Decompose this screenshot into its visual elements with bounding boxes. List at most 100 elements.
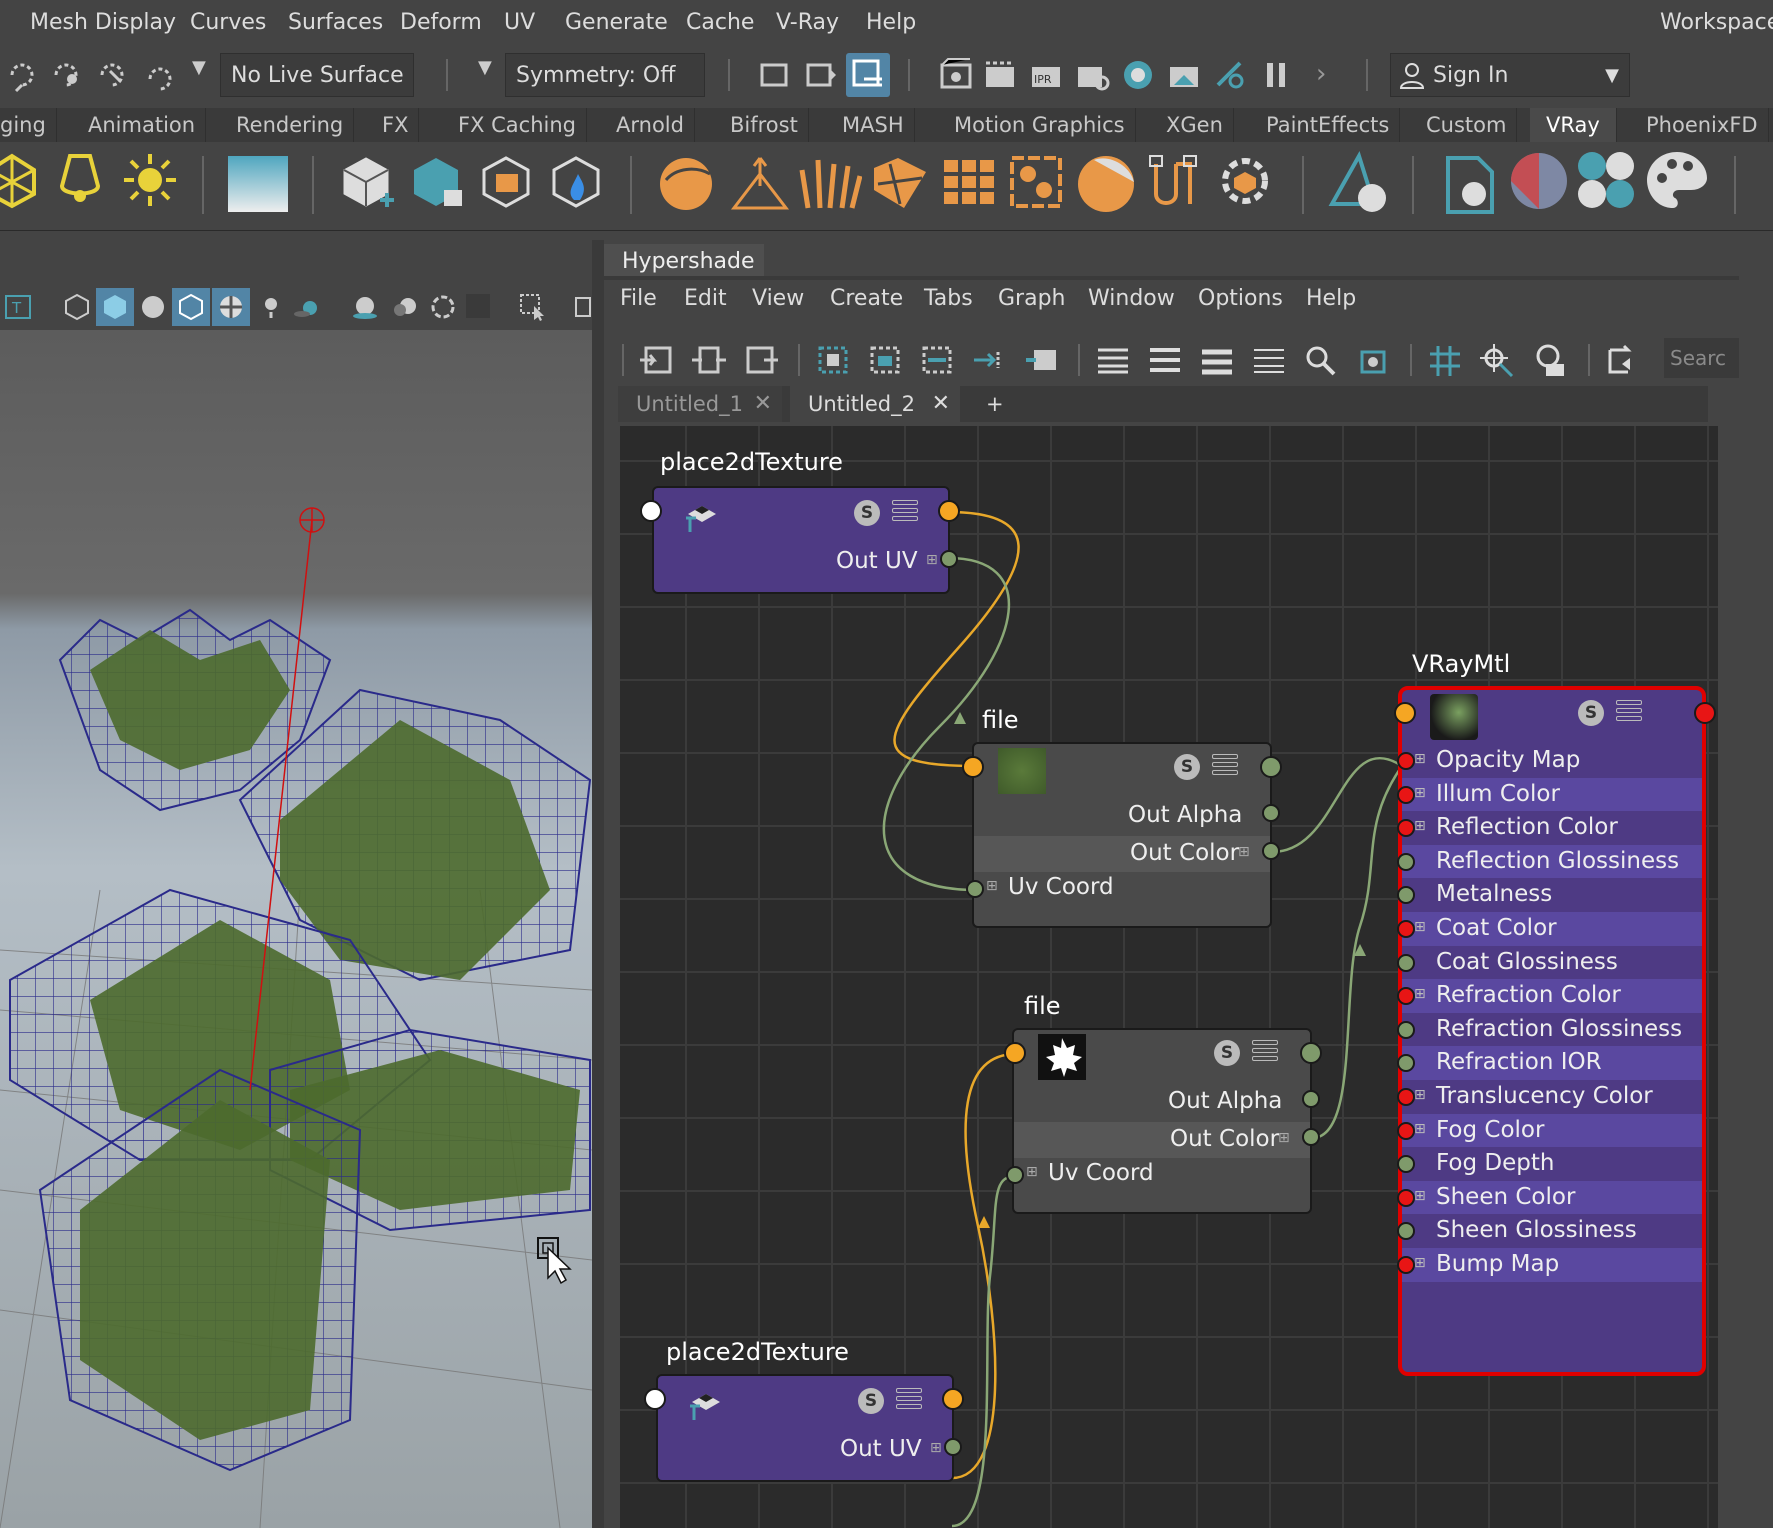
swatch-toggle-button[interactable]: S: [858, 1388, 884, 1414]
output-port[interactable]: [1300, 1042, 1322, 1064]
expand-icon[interactable]: ⊞: [1026, 1164, 1038, 1180]
attribute-row[interactable]: Coat Glossiness: [1402, 946, 1702, 980]
render-region-icon[interactable]: [756, 57, 792, 93]
depth-of-field-icon[interactable]: [466, 294, 490, 318]
attribute-input-port[interactable]: [1397, 1188, 1415, 1207]
viewport-panel[interactable]: T: [0, 240, 592, 1528]
hs-menu-file[interactable]: File: [620, 286, 657, 311]
expand-icon[interactable]: ⊞: [1414, 1188, 1426, 1204]
attribute-menu-icon[interactable]: [892, 500, 918, 522]
menu-mesh-display[interactable]: Mesh Display: [30, 10, 176, 35]
simple-mode-icon[interactable]: [1094, 342, 1132, 378]
hs-menu-view[interactable]: View: [752, 286, 804, 311]
wireframe-icon[interactable]: [62, 292, 92, 322]
vray-ipr-icon[interactable]: [1166, 57, 1202, 93]
attribute-menu-icon[interactable]: [896, 1388, 922, 1410]
full-mode-icon[interactable]: [1198, 342, 1236, 378]
sun-light-icon[interactable]: [120, 150, 180, 210]
menu-deform[interactable]: Deform: [400, 10, 482, 35]
swatch-toggle-icon[interactable]: [1354, 342, 1392, 378]
proxy-import-icon[interactable]: [476, 150, 536, 212]
graph-output-icon[interactable]: [742, 342, 780, 378]
input-port[interactable]: [640, 500, 662, 522]
wire-on-shaded-button[interactable]: [172, 288, 210, 326]
isolate-select-icon[interactable]: [518, 292, 548, 322]
soft-select-icon[interactable]: [142, 57, 178, 93]
chevron-down-icon[interactable]: ▼: [192, 57, 206, 78]
attribute-input-port[interactable]: [1397, 1256, 1415, 1274]
file-reference-icon[interactable]: [1438, 150, 1504, 216]
hs-menu-graph[interactable]: Graph: [998, 286, 1065, 311]
out-color-port[interactable]: [1302, 1128, 1320, 1146]
snapshot-icon[interactable]: [802, 57, 838, 93]
expand-icon[interactable]: ⊞: [1414, 751, 1426, 767]
menu-curves[interactable]: Curves: [190, 10, 266, 35]
hs-menu-edit[interactable]: Edit: [684, 286, 727, 311]
mesh-clipper-icon[interactable]: [1004, 150, 1068, 214]
hs-menu-tabs[interactable]: Tabs: [924, 286, 973, 311]
vraymtl-node[interactable]: S ⊞ Opacity Map ⊞ Illum Color ⊞ Reflection Co…: [1398, 686, 1706, 1376]
shelf-tab-arnold[interactable]: Arnold: [606, 108, 695, 142]
shelf-tab-motion-graphics[interactable]: Motion Graphics: [944, 108, 1136, 142]
graph-tab-untitled-2[interactable]: Untitled_2 ✕: [790, 386, 960, 422]
shadows-icon[interactable]: [292, 292, 322, 322]
dome-light-icon[interactable]: [0, 150, 40, 210]
frame-all-icon[interactable]: [814, 342, 852, 378]
expand-icon[interactable]: ⊞: [926, 552, 938, 568]
shelf-tab-fx[interactable]: FX: [372, 108, 420, 142]
input-port[interactable]: [1394, 702, 1416, 724]
expand-icon[interactable]: ⊞: [1414, 1121, 1426, 1137]
attribute-row[interactable]: ⊞ Sheen Color: [1402, 1180, 1702, 1215]
ipr-render-icon[interactable]: IPR: [1028, 57, 1064, 93]
proxy-create-icon[interactable]: [336, 150, 396, 212]
out-alpha-port[interactable]: [1302, 1090, 1320, 1108]
background-icon[interactable]: [228, 156, 288, 212]
live-surface-field[interactable]: No Live Surface: [220, 53, 414, 97]
swatch-toggle-button[interactable]: S: [1214, 1040, 1240, 1066]
menu-vray[interactable]: V-Ray: [776, 10, 839, 35]
out-alpha-port[interactable]: [1262, 804, 1280, 822]
menu-surfaces[interactable]: Surfaces: [288, 10, 383, 35]
hs-menu-window[interactable]: Window: [1088, 286, 1175, 311]
swatch-toggle-button[interactable]: S: [1578, 700, 1604, 726]
expand-icon[interactable]: ⊞: [1414, 818, 1426, 834]
textured-button[interactable]: [212, 288, 250, 326]
expand-icon[interactable]: ⊞: [1414, 1255, 1426, 1271]
rearrange-graph-icon[interactable]: [1604, 342, 1642, 378]
attribute-row[interactable]: ⊞ Reflection Color: [1402, 811, 1702, 845]
frame-selection-icon[interactable]: [866, 342, 904, 378]
expand-icon[interactable]: ⊞: [1414, 785, 1426, 801]
fur-icon[interactable]: [728, 150, 792, 214]
multi-material-icon[interactable]: [1574, 148, 1640, 214]
grid-toggle-icon[interactable]: [1426, 342, 1464, 378]
shelf-tab-custom[interactable]: Custom: [1416, 108, 1518, 142]
clipper-icon[interactable]: [1142, 150, 1206, 214]
menu-cache[interactable]: Cache: [686, 10, 754, 35]
material-preset-icon[interactable]: [1326, 150, 1392, 216]
attribute-row[interactable]: ⊞ Translucency Color: [1402, 1080, 1702, 1114]
expand-icon[interactable]: ⊞: [930, 1440, 942, 1456]
attribute-input-port[interactable]: [1397, 1121, 1415, 1140]
shelf-tab-xgen[interactable]: XGen: [1156, 108, 1234, 142]
input-port[interactable]: [1004, 1042, 1026, 1064]
out-uv-port[interactable]: [940, 550, 958, 568]
attribute-row[interactable]: Reflection Glossiness: [1402, 844, 1702, 879]
menu-generate[interactable]: Generate: [565, 10, 668, 35]
attribute-input-port[interactable]: [1397, 920, 1415, 938]
snap-to-grid-icon[interactable]: [1478, 342, 1516, 378]
shelf-tab-animation[interactable]: Animation: [78, 108, 207, 142]
hs-menu-help[interactable]: Help: [1306, 286, 1356, 311]
hypershade-title-tab[interactable]: Hypershade: [604, 244, 764, 280]
hs-menu-create[interactable]: Create: [830, 286, 903, 311]
instancer-icon[interactable]: [936, 150, 1000, 214]
anti-alias-icon[interactable]: [428, 292, 458, 322]
material-ball-icon[interactable]: [1506, 148, 1572, 214]
menu-help[interactable]: Help: [866, 10, 916, 35]
viewport-scene[interactable]: [0, 330, 592, 1528]
attribute-input-port[interactable]: [1397, 785, 1415, 804]
shelf-tab-bifrost[interactable]: Bifrost: [720, 108, 809, 142]
smooth-shade-button[interactable]: [96, 288, 134, 326]
uv-coord-port[interactable]: [966, 880, 984, 898]
attribute-row[interactable]: ⊞ Coat Color: [1402, 912, 1702, 946]
out-color-port[interactable]: [1262, 842, 1280, 860]
